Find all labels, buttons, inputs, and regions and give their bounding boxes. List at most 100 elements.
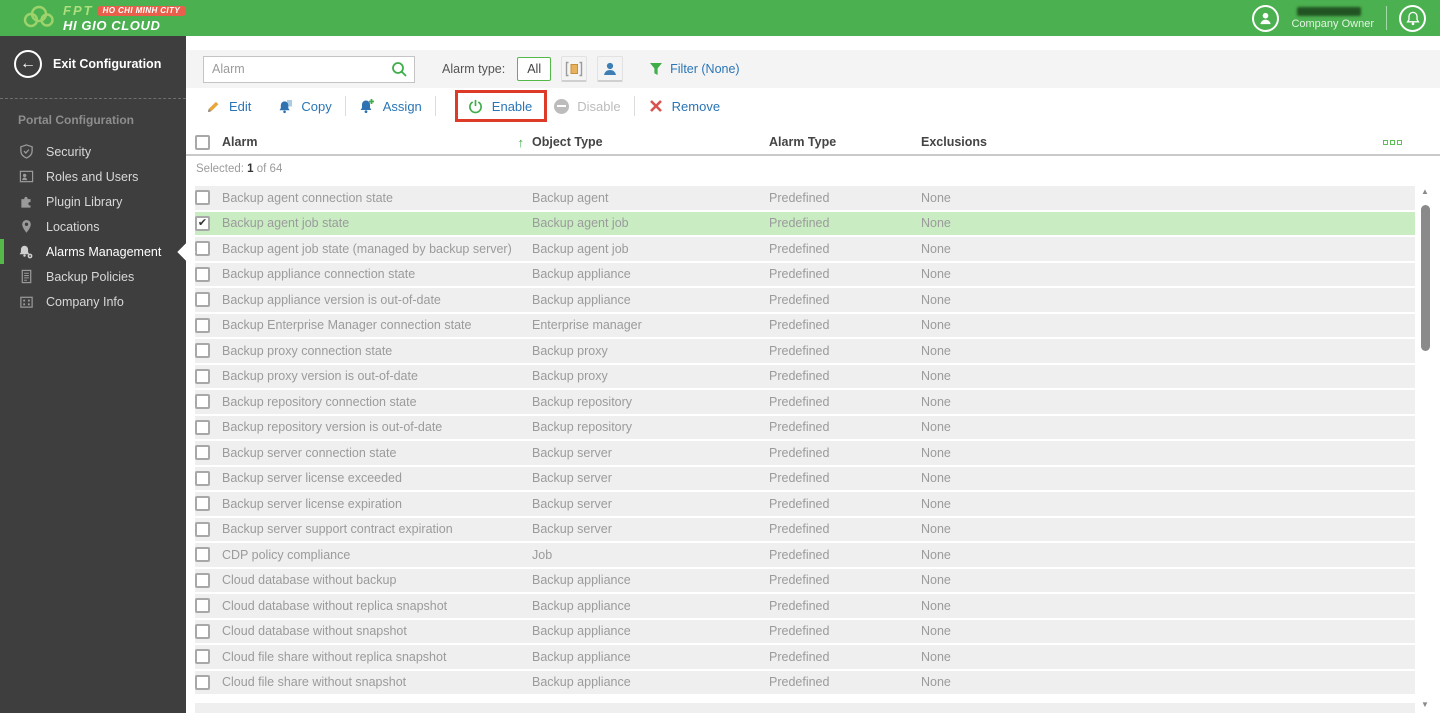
- table-row[interactable]: Cloud database without replica snapshot B…: [195, 594, 1415, 618]
- row-checkbox[interactable]: [195, 445, 210, 461]
- alarm-type-predefined-button[interactable]: [561, 56, 588, 82]
- column-header-exclusions[interactable]: Exclusions: [921, 135, 987, 149]
- exclusions: None: [921, 598, 951, 613]
- row-checkbox[interactable]: [195, 496, 210, 512]
- exclusions: None: [921, 420, 951, 435]
- search-toolbar: Alarm type: All Filter (None): [186, 50, 1440, 88]
- row-checkbox[interactable]: [195, 598, 210, 614]
- alarm-type: Predefined: [769, 496, 830, 511]
- row-checkbox[interactable]: [195, 241, 210, 257]
- search-input[interactable]: [203, 55, 415, 83]
- table-body: Backup agent connection state Backup agen…: [186, 183, 1440, 713]
- row-checkbox[interactable]: [195, 674, 210, 690]
- sidebar-item-label: Alarms Management: [46, 244, 162, 259]
- assign-button[interactable]: Assign: [359, 98, 422, 114]
- scrollbar-thumb[interactable]: [1420, 205, 1430, 351]
- exclusions: None: [921, 675, 951, 690]
- table-row[interactable]: Backup proxy connection state Backup prox…: [195, 339, 1415, 363]
- table-row[interactable]: Cloud database without backup Backup appl…: [195, 568, 1415, 592]
- exit-configuration-button[interactable]: ← Exit Configuration: [0, 36, 186, 90]
- row-checkbox[interactable]: [195, 572, 210, 588]
- row-checkbox[interactable]: [195, 419, 210, 435]
- table-row[interactable]: CDP policy compliance Job Predefined None: [195, 543, 1415, 567]
- copy-button[interactable]: Copy: [277, 98, 332, 114]
- row-checkbox[interactable]: [195, 623, 210, 639]
- search-box: [203, 55, 415, 83]
- exclusions: None: [921, 394, 951, 409]
- sidebar-item-company-info[interactable]: Company Info: [0, 289, 186, 314]
- edit-button[interactable]: Edit: [205, 98, 251, 114]
- table-row[interactable]: Backup server connection state Backup ser…: [195, 441, 1415, 465]
- sidebar-item-alarms-management[interactable]: Alarms Management: [0, 239, 196, 264]
- sort-ascending-icon[interactable]: ↑: [518, 135, 525, 150]
- exclusions: None: [921, 624, 951, 639]
- exit-configuration-label: Exit Configuration: [53, 57, 162, 71]
- alarm-type-user-defined-button[interactable]: [597, 56, 624, 82]
- disable-icon: [553, 98, 569, 114]
- sidebar-item-security[interactable]: Security: [0, 139, 186, 164]
- table-row[interactable]: Backup appliance connection state Backup …: [195, 262, 1415, 286]
- row-checkbox[interactable]: [195, 470, 210, 486]
- table-row[interactable]: Backup agent connection state Backup agen…: [195, 186, 1415, 210]
- alarm-type-all-button[interactable]: All: [517, 57, 552, 81]
- sidebar-item-label: Locations: [46, 219, 100, 234]
- user-avatar[interactable]: [1252, 4, 1280, 32]
- assign-alarm-icon: [359, 98, 375, 114]
- alarm-name: Backup server connection state: [222, 445, 397, 460]
- column-header-object-type[interactable]: Object Type: [532, 135, 769, 149]
- row-checkbox[interactable]: [195, 190, 210, 206]
- enable-button[interactable]: Enable: [468, 98, 532, 114]
- table-row[interactable]: Backup server support contract expiratio…: [195, 517, 1415, 541]
- alarm-type: Predefined: [769, 241, 830, 256]
- table-row[interactable]: Backup Enterprise Manager connection sta…: [195, 313, 1415, 337]
- sidebar-item-plugin-library[interactable]: Plugin Library: [0, 189, 186, 214]
- sidebar-item-backup-policies[interactable]: Backup Policies: [0, 264, 186, 289]
- column-header-alarm-type[interactable]: Alarm Type: [769, 135, 921, 149]
- scroll-up-icon[interactable]: ▲: [1417, 187, 1433, 196]
- table-row[interactable]: Backup repository connection state Backup…: [195, 390, 1415, 414]
- row-checkbox[interactable]: [195, 343, 210, 359]
- notifications-button[interactable]: [1399, 4, 1426, 32]
- actions-toolbar: Edit Copy Assign Enable Disable Remove: [186, 88, 1440, 124]
- row-checkbox[interactable]: [195, 521, 210, 537]
- table-row[interactable]: Cloud file share without replica snapsho…: [195, 645, 1415, 669]
- alarm-type: Predefined: [769, 624, 830, 639]
- table-row[interactable]: Backup proxy version is out-of-date Backu…: [195, 364, 1415, 388]
- predefined-alarm-icon: [565, 61, 583, 76]
- table-row[interactable]: Cloud database without snapshot Backup ap…: [195, 619, 1415, 643]
- sidebar: ← Exit Configuration Portal Configuratio…: [0, 36, 196, 713]
- table-row[interactable]: Backup agent job state (managed by backu…: [195, 237, 1415, 261]
- exclusions: None: [921, 318, 951, 333]
- row-checkbox[interactable]: [195, 317, 210, 333]
- row-checkbox[interactable]: [195, 292, 210, 308]
- alarm-type: Predefined: [769, 547, 830, 562]
- row-checkbox[interactable]: [195, 547, 210, 563]
- table-row[interactable]: ✔ Backup agent job state Backup agent job P…: [195, 211, 1415, 235]
- row-checkbox[interactable]: [195, 266, 210, 282]
- row-checkbox[interactable]: [195, 394, 210, 410]
- alarm-name: Backup agent connection state: [222, 190, 393, 205]
- select-all-checkbox[interactable]: [195, 134, 210, 150]
- scroll-down-icon[interactable]: ▼: [1417, 700, 1433, 709]
- search-icon[interactable]: [391, 61, 408, 83]
- row-checkbox[interactable]: [195, 649, 210, 665]
- table-row[interactable]: Backup server license expiration Backup s…: [195, 492, 1415, 516]
- table-row[interactable]: Backup server license exceeded Backup ser…: [195, 466, 1415, 490]
- brand-city-badge: HO CHI MINH CITY: [97, 5, 186, 16]
- user-info[interactable]: Company Owner: [1291, 6, 1374, 30]
- filter-button[interactable]: Filter (None): [649, 62, 740, 76]
- object-type: Backup appliance: [532, 675, 631, 690]
- object-type: Backup repository: [532, 420, 633, 435]
- sidebar-item-locations[interactable]: Locations: [0, 214, 186, 239]
- table-row[interactable]: Cloud file share without snapshot Backup …: [195, 670, 1415, 694]
- column-chooser-icon[interactable]: [1383, 139, 1402, 145]
- row-checkbox[interactable]: [195, 368, 210, 384]
- table-row[interactable]: Backup repository version is out-of-date…: [195, 415, 1415, 439]
- column-header-alarm[interactable]: Alarm: [222, 135, 257, 149]
- vertical-scrollbar[interactable]: ▲ ▼: [1417, 183, 1433, 713]
- row-checkbox[interactable]: ✔: [195, 215, 210, 231]
- table-row[interactable]: Backup appliance version is out-of-date B…: [195, 288, 1415, 312]
- sidebar-item-roles-and-users[interactable]: Roles and Users: [0, 164, 186, 189]
- disable-button[interactable]: Disable: [553, 98, 621, 114]
- remove-button[interactable]: Remove: [648, 98, 720, 114]
